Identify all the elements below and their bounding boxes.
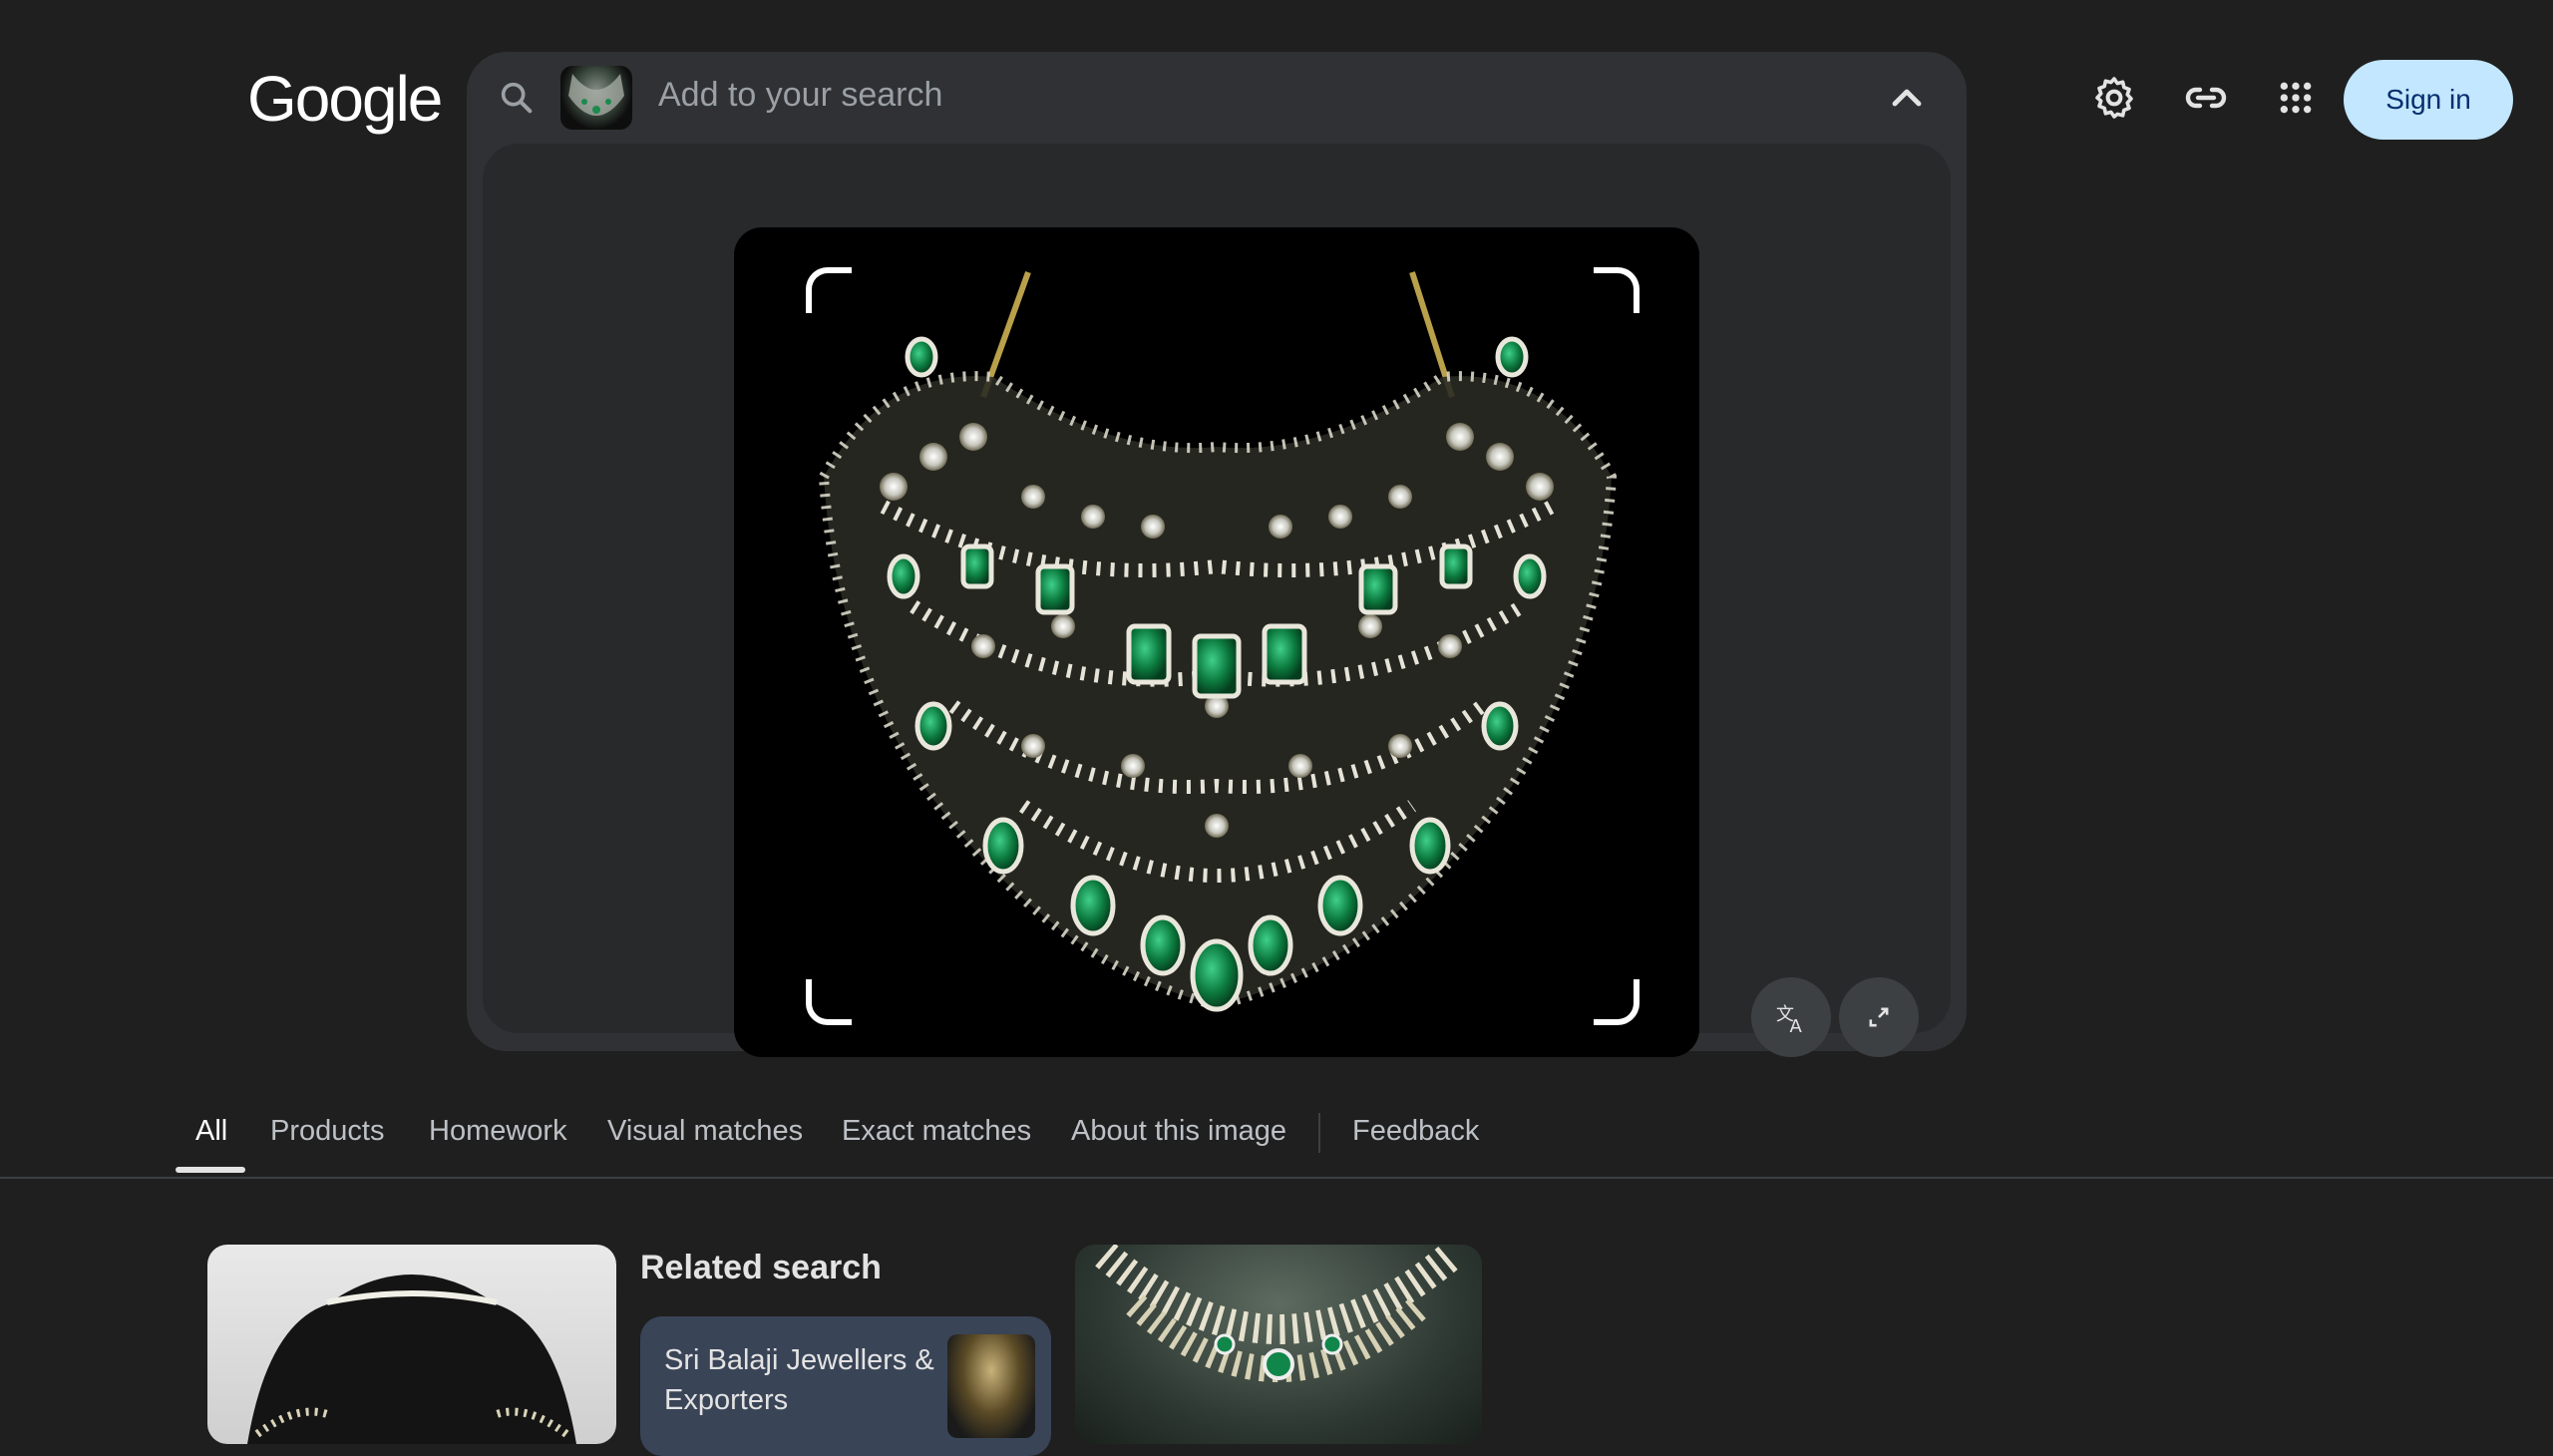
translate-icon: 文 A bbox=[1776, 1004, 1803, 1035]
tab-divider bbox=[1318, 1113, 1320, 1153]
translate-button[interactable]: 文 A bbox=[1751, 977, 1831, 1057]
crop-handle-bottom-right[interactable] bbox=[1594, 979, 1640, 1025]
svg-text:A: A bbox=[1790, 1016, 1803, 1035]
crop-handle-top-right[interactable] bbox=[1594, 267, 1640, 313]
search-input[interactable]: Add to your search bbox=[658, 76, 942, 115]
result-image-card[interactable] bbox=[207, 1245, 616, 1444]
related-search-thumbnail bbox=[947, 1334, 1035, 1438]
apps-grid-icon bbox=[2280, 82, 2312, 114]
expand-icon bbox=[1869, 1007, 1889, 1027]
related-search-label: Sri Balaji Jewellers & Exporters bbox=[664, 1344, 934, 1416]
sign-in-button[interactable]: Sign in bbox=[2344, 60, 2513, 140]
link-icon bbox=[2185, 87, 2227, 109]
tab-feedback[interactable]: Feedback bbox=[1352, 1115, 1479, 1148]
expand-button[interactable] bbox=[1839, 977, 1919, 1057]
lens-panel: Add to your search 文 A bbox=[467, 52, 1967, 1057]
necklace-image bbox=[818, 270, 1618, 1012]
tab-products[interactable]: Products bbox=[270, 1115, 384, 1148]
tab-about-this-image[interactable]: About this image bbox=[1071, 1115, 1286, 1148]
apps-button[interactable] bbox=[2268, 70, 2324, 126]
related-search-chip[interactable]: Sri Balaji Jewellers & Exporters bbox=[640, 1316, 1051, 1456]
lens-image-area: 文 A bbox=[483, 144, 1951, 1057]
result-tabs: All Products Homework Visual matches Exa… bbox=[0, 1097, 2553, 1179]
tab-exact-matches[interactable]: Exact matches bbox=[842, 1115, 1031, 1148]
related-search-heading: Related search bbox=[640, 1249, 882, 1286]
search-icon bbox=[501, 82, 533, 114]
crop-handle-bottom-left[interactable] bbox=[806, 979, 852, 1025]
gear-icon bbox=[2095, 77, 2133, 119]
tab-homework[interactable]: Homework bbox=[429, 1115, 567, 1148]
share-link-button[interactable] bbox=[2178, 70, 2234, 126]
chevron-up-icon[interactable] bbox=[1883, 74, 1931, 122]
result-image-necklace bbox=[1095, 1245, 1462, 1382]
search-image-thumbnail[interactable] bbox=[560, 66, 632, 130]
search-bar[interactable]: Add to your search bbox=[467, 52, 1967, 144]
active-tab-indicator bbox=[176, 1167, 245, 1173]
settings-button[interactable] bbox=[2086, 70, 2142, 126]
tab-all[interactable]: All bbox=[195, 1115, 227, 1148]
result-image-card[interactable] bbox=[1075, 1245, 1482, 1444]
crop-handle-top-left[interactable] bbox=[806, 267, 852, 313]
google-logo[interactable]: Google bbox=[247, 62, 443, 136]
tab-visual-matches[interactable]: Visual matches bbox=[607, 1115, 803, 1148]
result-image-mannequin bbox=[247, 1274, 576, 1444]
uploaded-image[interactable] bbox=[734, 227, 1699, 1057]
